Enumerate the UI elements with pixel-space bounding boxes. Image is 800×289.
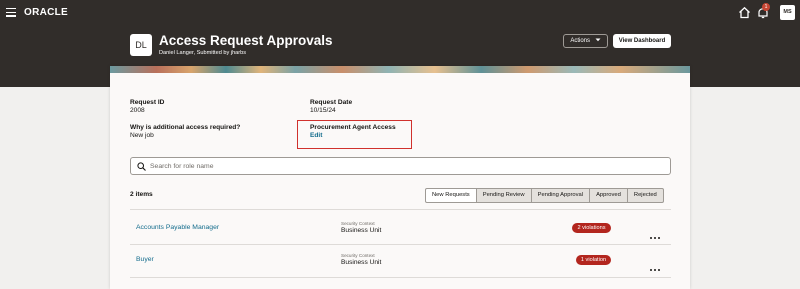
home-icon[interactable]	[738, 6, 751, 19]
page-title: Access Request Approvals	[159, 33, 333, 48]
why-label: Why is additional access required?	[130, 124, 241, 131]
oracle-logo[interactable]: ORACLE	[24, 7, 68, 18]
procurement-agent-label: Procurement Agent Access	[310, 124, 396, 131]
divider	[130, 277, 671, 278]
divider	[130, 209, 671, 210]
security-context-label: Security Context	[341, 253, 375, 258]
tab-approved[interactable]: Approved	[589, 188, 628, 203]
security-context-value: Business Unit	[341, 259, 382, 266]
request-id-label: Request ID	[130, 99, 165, 106]
request-id-value: 2008	[130, 107, 145, 114]
why-value: New job	[130, 132, 154, 139]
page-avatar: DL	[130, 34, 152, 56]
notification-badge: 1	[762, 3, 770, 11]
tab-pending-review[interactable]: Pending Review	[475, 188, 532, 203]
view-dashboard-button[interactable]: View Dashboard	[613, 34, 671, 48]
hamburger-menu-icon[interactable]	[6, 8, 16, 17]
items-count: 2 items	[130, 191, 153, 198]
violation-badge[interactable]: 1 violation	[576, 255, 611, 265]
more-options-icon[interactable]	[650, 226, 662, 239]
tab-pending-approval[interactable]: Pending Approval	[530, 188, 591, 203]
chevron-down-icon	[595, 38, 601, 42]
request-date-value: 10/15/24	[310, 107, 336, 114]
tab-rejected[interactable]: Rejected	[626, 188, 664, 203]
list-item: Accounts Payable Manager Security Contex…	[130, 212, 671, 242]
request-card: Request ID 2008 Request Date 10/15/24 Wh…	[110, 66, 690, 289]
decorative-banner	[110, 66, 690, 73]
role-link[interactable]: Buyer	[136, 256, 154, 263]
top-navigation-bar: ORACLE 1 MS	[0, 0, 800, 25]
page-subtitle: Daniel Langer, Submitted by jharbs	[159, 50, 247, 56]
actions-button[interactable]: Actions	[563, 34, 608, 48]
more-options-icon[interactable]	[650, 258, 662, 271]
request-date-label: Request Date	[310, 99, 353, 106]
security-context-value: Business Unit	[341, 227, 382, 234]
user-avatar[interactable]: MS	[780, 5, 795, 20]
edit-link[interactable]: Edit	[310, 132, 322, 139]
search-field[interactable]	[130, 157, 671, 175]
tab-new-requests[interactable]: New Requests	[425, 188, 477, 203]
role-link[interactable]: Accounts Payable Manager	[136, 224, 219, 231]
violation-badge[interactable]: 2 violations	[572, 223, 611, 233]
security-context-label: Security Context	[341, 221, 375, 226]
search-input[interactable]	[150, 159, 660, 173]
search-icon	[137, 162, 146, 171]
list-item: Buyer Security Context Business Unit 1 v…	[130, 244, 671, 274]
status-tabs: New Requests Pending Review Pending Appr…	[425, 188, 664, 203]
actions-button-label: Actions	[570, 38, 590, 44]
